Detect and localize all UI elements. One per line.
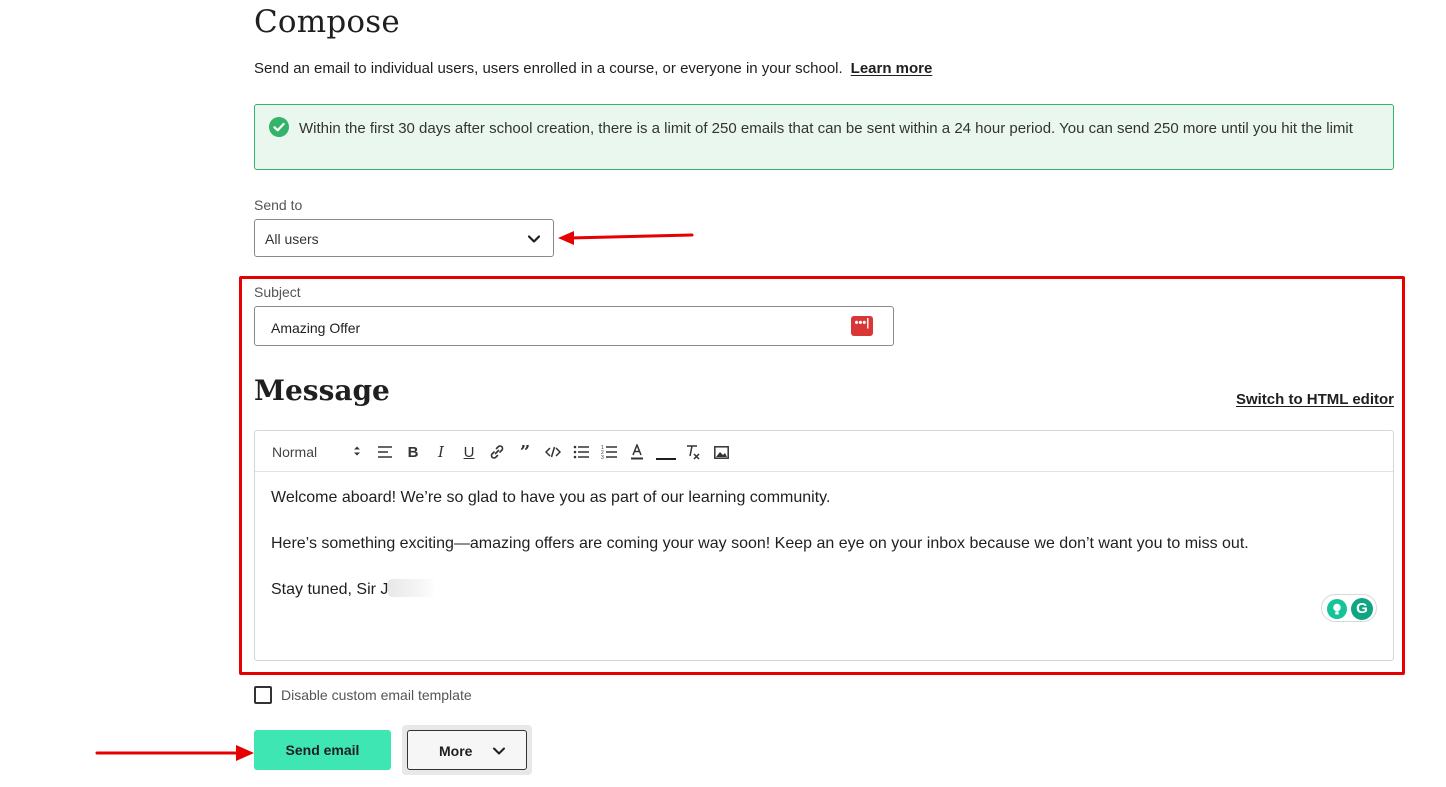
page-title: Compose (254, 4, 400, 40)
more-button[interactable]: More (407, 730, 527, 770)
italic-icon[interactable]: I (432, 443, 450, 461)
send-to-value: All users (265, 231, 319, 247)
send-email-button[interactable]: Send email (254, 730, 391, 770)
switch-html-editor-link[interactable]: Switch to HTML editor (1236, 391, 1394, 408)
message-title: Message (254, 374, 390, 407)
send-to-label: Send to (254, 197, 303, 213)
bold-icon[interactable]: B (404, 443, 422, 461)
send-to-select[interactable]: All users (254, 219, 554, 257)
code-icon[interactable] (544, 443, 562, 461)
format-value: Normal (272, 444, 318, 460)
check-circle-icon (269, 117, 289, 137)
message-paragraph-3: Stay tuned, Sir J (271, 578, 1377, 601)
format-select[interactable]: Normal (272, 443, 362, 461)
bullet-list-icon[interactable] (572, 443, 590, 461)
disable-template-option[interactable]: Disable custom email template (254, 686, 472, 704)
notice-text: Within the first 30 days after school cr… (299, 120, 1353, 137)
more-label: More (439, 743, 473, 759)
chevron-down-icon (527, 235, 541, 243)
disable-template-label: Disable custom email template (281, 687, 472, 703)
svg-text:3: 3 (601, 455, 604, 459)
more-button-focus-ring: More (402, 725, 532, 775)
rich-text-editor[interactable]: Normal B I U ” 123 Welcome aboard! We’re… (254, 430, 1394, 661)
lightbulb-icon[interactable] (1327, 599, 1347, 619)
redacted-name (388, 579, 437, 597)
subject-label: Subject (254, 284, 301, 300)
link-icon[interactable] (488, 443, 506, 461)
highlight-color-icon[interactable] (655, 443, 677, 461)
updown-icon (354, 446, 360, 456)
editor-toolbar: Normal B I U ” 123 (255, 431, 1393, 472)
quote-icon[interactable]: ” (516, 442, 534, 463)
chevron-down-icon (493, 747, 505, 755)
annotation-arrow-select (558, 231, 694, 245)
text-color-icon[interactable] (628, 443, 646, 461)
intro-text: Send an email to individual users, users… (254, 60, 843, 77)
image-icon[interactable] (712, 443, 730, 461)
intro-line: Send an email to individual users, users… (254, 60, 932, 77)
ordered-list-icon[interactable]: 123 (600, 443, 618, 461)
subject-input[interactable]: Amazing Offer •••| (254, 306, 894, 346)
disable-template-checkbox[interactable] (254, 686, 272, 704)
message-paragraph-1: Welcome aboard! We’re so glad to have yo… (271, 489, 831, 506)
learn-more-link[interactable]: Learn more (851, 60, 933, 77)
message-paragraph-2: Here’s something exciting—amazing offers… (271, 535, 1249, 552)
password-manager-icon[interactable]: •••| (851, 316, 873, 336)
underline-icon[interactable]: U (460, 443, 478, 461)
subject-value: Amazing Offer (271, 320, 361, 336)
message-signoff: Stay tuned, Sir J (271, 581, 389, 598)
limit-notice: Within the first 30 days after school cr… (254, 104, 1394, 170)
grammarly-icon[interactable]: G (1351, 598, 1373, 620)
grammarly-widget[interactable]: G (1321, 594, 1377, 622)
annotation-arrow-send (95, 745, 254, 761)
editor-content[interactable]: Welcome aboard! We’re so glad to have yo… (255, 472, 1393, 638)
clear-format-icon[interactable] (684, 443, 702, 461)
align-icon[interactable] (376, 443, 394, 461)
